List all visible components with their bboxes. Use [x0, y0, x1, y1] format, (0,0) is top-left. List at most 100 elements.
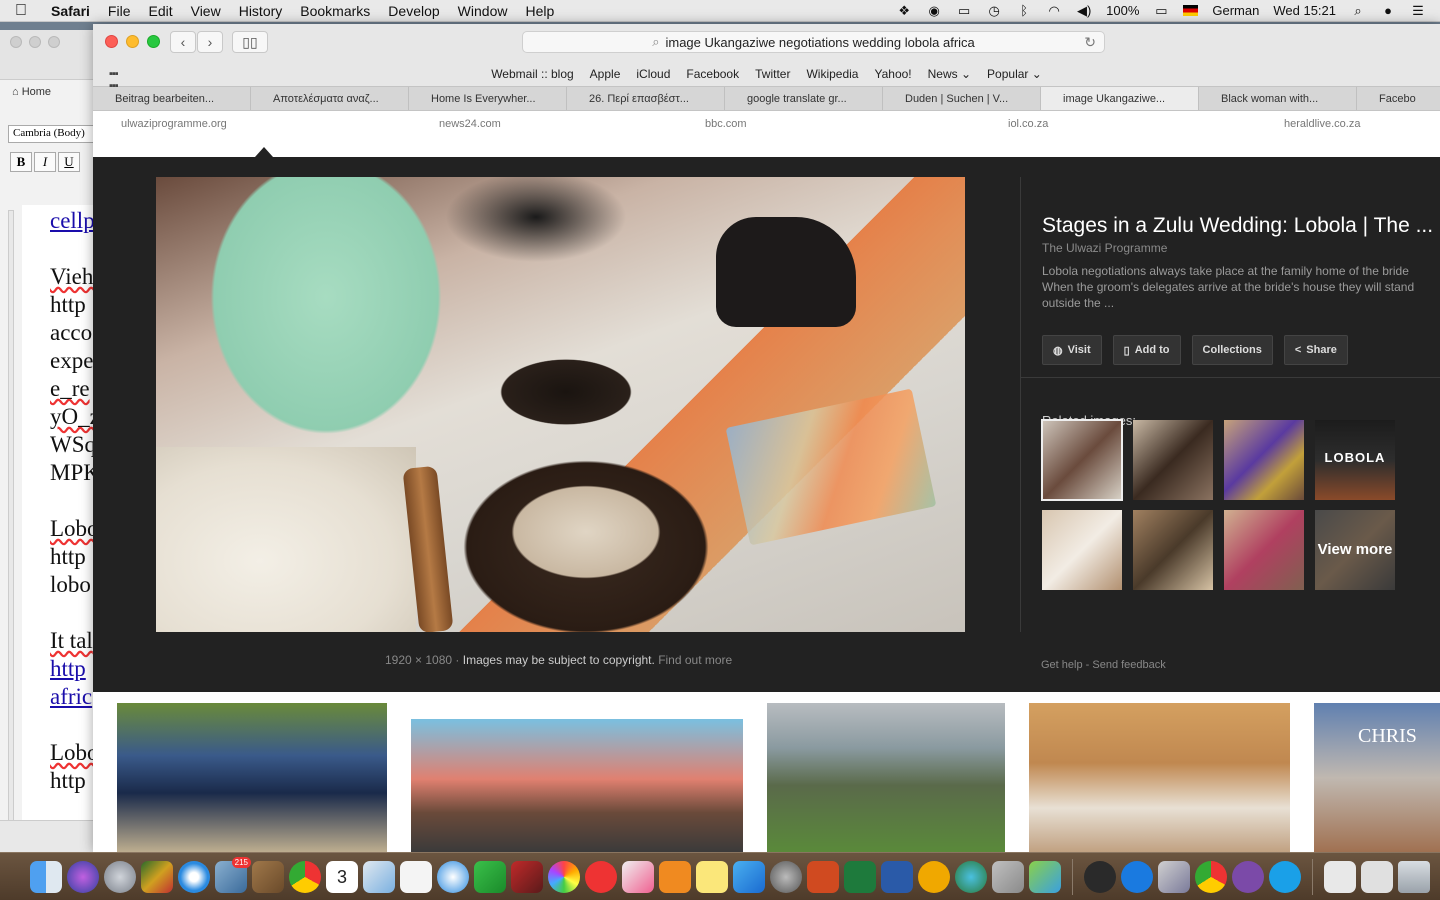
- finder-icon[interactable]: [30, 860, 62, 893]
- menu-app-name[interactable]: Safari: [42, 3, 99, 19]
- collections-button[interactable]: Collections: [1191, 335, 1273, 365]
- fav-apple[interactable]: Apple: [590, 67, 621, 81]
- skype-icon[interactable]: [1269, 860, 1301, 893]
- send-feedback-link[interactable]: Send feedback: [1092, 659, 1165, 671]
- related-image-thumb[interactable]: [1041, 419, 1123, 501]
- menu-bookmarks[interactable]: Bookmarks: [291, 3, 379, 19]
- trash-icon[interactable]: [1398, 860, 1430, 893]
- visit-button[interactable]: ◍ Visit: [1042, 335, 1102, 365]
- tab-home-is-everywhere[interactable]: Home Is Everywher...: [409, 87, 567, 110]
- photo-app-icon[interactable]: [511, 860, 543, 893]
- word-zoom-button[interactable]: [48, 36, 60, 48]
- downloads-stack-icon[interactable]: [1324, 860, 1356, 893]
- ibooks-icon[interactable]: [659, 860, 691, 893]
- related-image-thumb[interactable]: [1224, 510, 1304, 590]
- input-language[interactable]: German: [1212, 3, 1259, 18]
- tab-image-ukangaziwe[interactable]: image Ukangaziwe...: [1041, 87, 1199, 110]
- airplay-icon[interactable]: ▭: [956, 3, 972, 18]
- tab-google-translate[interactable]: google translate gr...: [725, 87, 883, 110]
- calendar-icon[interactable]: 3: [326, 860, 358, 893]
- fav-webmail[interactable]: Webmail :: blog: [491, 67, 573, 81]
- add-to-button[interactable]: ▯ Add to: [1112, 335, 1181, 365]
- related-image-thumb[interactable]: [1133, 420, 1213, 500]
- result-image[interactable]: [767, 703, 1005, 852]
- messages-icon[interactable]: [437, 860, 469, 893]
- tab-apotelesmata[interactable]: Αποτελέσματα αναζ...: [251, 87, 409, 110]
- word-home-tab[interactable]: ⌂ Home: [12, 86, 51, 98]
- related-image-thumb[interactable]: LOBOLA: [1315, 420, 1395, 500]
- share-button[interactable]: < Share: [1283, 335, 1348, 365]
- time-machine-icon[interactable]: ◷: [986, 3, 1002, 18]
- word-underline-button[interactable]: U: [58, 152, 80, 172]
- chrome-app-icon[interactable]: [1195, 860, 1227, 893]
- top-sites-grid-icon[interactable]: ▪▪▪ ▪▪▪: [109, 68, 119, 92]
- siri-icon[interactable]: ●: [1380, 3, 1396, 18]
- news-app-icon[interactable]: [585, 860, 617, 893]
- result-image[interactable]: [117, 703, 387, 852]
- fav-twitter[interactable]: Twitter: [755, 67, 790, 81]
- source-label[interactable]: bbc.com: [705, 118, 747, 130]
- word-close-button[interactable]: [10, 36, 22, 48]
- globe-app-icon[interactable]: [955, 860, 987, 893]
- menu-edit[interactable]: Edit: [139, 3, 181, 19]
- word-icon[interactable]: [881, 860, 913, 893]
- reminders-icon[interactable]: [400, 860, 432, 893]
- reload-icon[interactable]: ↻: [1084, 34, 1096, 51]
- battery-percent[interactable]: 100%: [1106, 3, 1139, 18]
- tab-26-peri[interactable]: 26. Περί επασβέστ...: [567, 87, 725, 110]
- photo-booth-icon[interactable]: [141, 860, 173, 893]
- app-store-icon[interactable]: [733, 860, 765, 893]
- tab-facebook[interactable]: Facebo: [1357, 87, 1440, 110]
- word-document[interactable]: cellp Vieh http acco expe e_re yO_z WSq …: [22, 205, 100, 845]
- battery-icon[interactable]: ▭: [1153, 3, 1169, 18]
- zoom-button[interactable]: [147, 35, 160, 48]
- related-image-thumb[interactable]: [1224, 420, 1304, 500]
- address-bar[interactable]: ⌕ image Ukangaziwe negotiations wedding …: [522, 31, 1105, 53]
- launchpad-icon[interactable]: [104, 860, 136, 893]
- documents-stack-icon[interactable]: [1361, 860, 1393, 893]
- source-label[interactable]: ulwaziprogramme.org: [121, 118, 227, 130]
- fav-popular[interactable]: Popular ⌄: [987, 67, 1042, 81]
- menu-history[interactable]: History: [230, 3, 292, 19]
- related-image-thumb[interactable]: [1133, 510, 1213, 590]
- facetime-icon[interactable]: [474, 860, 506, 893]
- view-more-thumb[interactable]: View more: [1315, 510, 1395, 590]
- tab-duden[interactable]: Duden | Suchen | V...: [883, 87, 1041, 110]
- tab-black-woman[interactable]: Black woman with...: [1199, 87, 1357, 110]
- fav-yahoo[interactable]: Yahoo!: [874, 67, 911, 81]
- result-image[interactable]: [1029, 703, 1290, 852]
- spotlight-icon[interactable]: ⌕: [1350, 3, 1366, 18]
- menu-view[interactable]: View: [182, 3, 230, 19]
- mail-app-icon[interactable]: 215: [215, 856, 251, 893]
- dropbox-icon[interactable]: ❖: [896, 3, 912, 18]
- bluetooth-icon[interactable]: ᛒ: [1016, 3, 1032, 18]
- close-button[interactable]: [105, 35, 118, 48]
- viber-icon[interactable]: [1232, 860, 1264, 893]
- fav-icloud[interactable]: iCloud: [636, 67, 670, 81]
- notes-icon[interactable]: [696, 860, 728, 893]
- menu-window[interactable]: Window: [449, 3, 517, 19]
- preview-icon[interactable]: [992, 860, 1024, 893]
- image-title-link[interactable]: Stages in a Zulu Wedding: Lobola | The .…: [1042, 214, 1440, 238]
- result-image[interactable]: [411, 719, 743, 852]
- screenshot-app-icon[interactable]: [1084, 860, 1116, 893]
- wifi-icon[interactable]: ◠: [1046, 3, 1062, 18]
- source-label[interactable]: news24.com: [439, 118, 501, 130]
- word-bold-button[interactable]: B: [10, 152, 32, 172]
- photos-icon[interactable]: [548, 860, 580, 893]
- excel-icon[interactable]: [844, 860, 876, 893]
- notification-center-icon[interactable]: ☰: [1410, 3, 1426, 18]
- result-image[interactable]: CHRIS: [1314, 703, 1440, 852]
- menu-help[interactable]: Help: [516, 3, 563, 19]
- siri-dock-icon[interactable]: [67, 860, 99, 893]
- notebook-icon[interactable]: [252, 860, 284, 893]
- itunes-icon[interactable]: [622, 860, 654, 893]
- maps-icon[interactable]: [363, 860, 395, 893]
- main-preview-image[interactable]: [156, 177, 965, 632]
- word-italic-button[interactable]: I: [34, 152, 56, 172]
- system-preferences-icon[interactable]: [770, 860, 802, 893]
- sidebar-button[interactable]: ▯▯: [232, 31, 268, 53]
- german-flag-icon[interactable]: [1183, 5, 1199, 16]
- volume-icon[interactable]: ◀): [1076, 3, 1092, 18]
- related-image-thumb[interactable]: [1042, 510, 1122, 590]
